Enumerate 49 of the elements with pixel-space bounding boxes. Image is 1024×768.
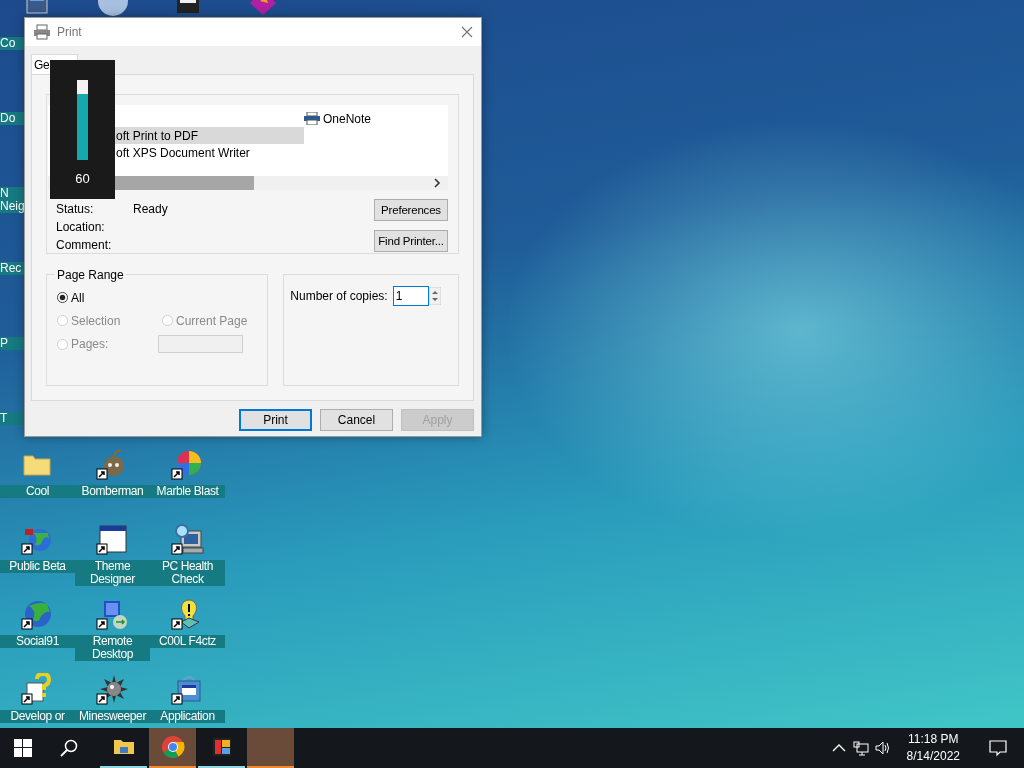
dialog-button[interactable]: Cancel [320, 409, 393, 431]
info-label: Status: [56, 202, 95, 216]
icon-label[interactable]: Co [0, 37, 24, 50]
icon-label[interactable]: Develop or [0, 710, 75, 723]
icon-label[interactable]: Theme Designer [75, 560, 150, 586]
remote-desktop-icon[interactable] [95, 598, 130, 630]
window-title: Print [57, 25, 83, 39]
printer-button[interactable]: Preferences [374, 199, 448, 221]
search-icon[interactable] [60, 739, 78, 757]
group-title: Page Range [55, 268, 126, 282]
info-value: Ready [133, 202, 169, 216]
clock[interactable]: 11:18 PM 8/14/2022 [896, 731, 970, 765]
level-track[interactable] [77, 80, 88, 160]
notification-icon[interactable] [989, 739, 1007, 757]
icon-label[interactable]: Rec [0, 262, 24, 275]
radio-label[interactable]: All [71, 290, 85, 305]
icon-label[interactable]: Bomberman [75, 485, 150, 498]
info-label: Comment: [56, 238, 113, 252]
chevron-right-icon[interactable] [432, 178, 442, 188]
windows-logo-icon[interactable] [14, 739, 32, 757]
dialog-button[interactable]: Print [239, 409, 312, 431]
icon-label[interactable]: Cool [0, 485, 75, 498]
printer-button[interactable]: Find Printer... [374, 230, 448, 252]
speaker-icon[interactable] [874, 740, 891, 756]
icon-label[interactable]: Application [150, 710, 225, 723]
printer-icon [33, 24, 51, 40]
computer-icon[interactable] [170, 523, 205, 555]
icon-label[interactable]: N Neig [0, 187, 24, 213]
printer-icon [304, 112, 320, 125]
printer-item[interactable]: OneNote [304, 110, 448, 127]
network-icon[interactable] [852, 740, 869, 756]
chrome-icon[interactable] [160, 735, 185, 759]
icon-label[interactable]: Public Beta [0, 560, 75, 573]
copies-field[interactable]: 1 [392, 286, 429, 306]
pages-field[interactable] [158, 335, 243, 353]
info-label: Location: [56, 220, 106, 234]
icon-label[interactable]: Remote Desktop [75, 635, 150, 661]
icon-label[interactable]: C00L F4ctz [150, 635, 225, 648]
icon-label[interactable]: Marble Blast [150, 485, 225, 498]
icon-label[interactable]: Do [0, 112, 24, 125]
radio-button[interactable] [57, 292, 68, 303]
window-icon[interactable] [95, 523, 130, 555]
icon-label[interactable]: PC Health Check [150, 560, 225, 586]
icon-label[interactable]: P [0, 337, 24, 350]
icon-label[interactable]: T [0, 412, 24, 425]
icon-label[interactable]: Social91 [0, 635, 75, 648]
close-icon[interactable] [461, 26, 473, 38]
copies-label: Number of copies: [290, 289, 388, 303]
icon-label[interactable]: Minesweeper [75, 710, 150, 723]
